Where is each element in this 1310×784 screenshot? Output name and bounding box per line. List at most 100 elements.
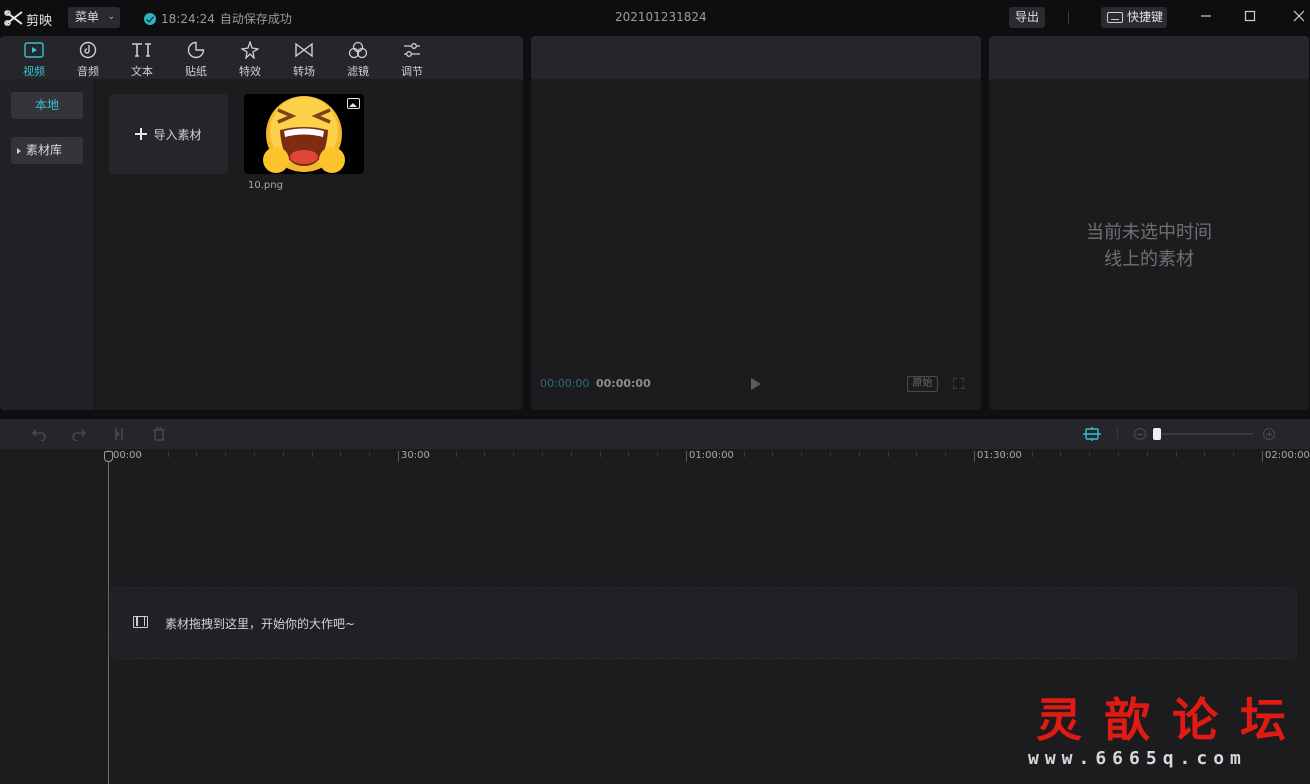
tab-transition[interactable]: 转场	[279, 36, 329, 79]
ruler-minor-tick	[254, 452, 255, 457]
zoom-out-icon[interactable]	[1134, 428, 1146, 440]
media-panel: 视频 音频 文本 贴纸 特效 转场 滤镜 调节 本地 素材库	[0, 36, 523, 410]
laughing-emoji-image	[263, 96, 345, 173]
ruler-label: 01:00:00	[689, 450, 734, 461]
plus-icon	[135, 128, 148, 140]
delete-icon[interactable]	[152, 427, 166, 441]
zoom-slider-handle[interactable]	[1153, 428, 1161, 440]
playhead-handle[interactable]	[104, 451, 113, 462]
tab-filter[interactable]: 滤镜	[333, 36, 383, 79]
import-label: 导入素材	[153, 127, 202, 142]
film-icon	[133, 616, 148, 628]
ruler-minor-tick	[542, 452, 543, 457]
tab-text[interactable]: 文本	[117, 36, 167, 79]
ruler-minor-tick	[196, 452, 197, 457]
drop-hint-text: 素材拖拽到这里，开始你的大作吧~	[165, 617, 356, 631]
timeline-toolbar	[0, 419, 1310, 449]
no-selection-message: 当前未选中时间 线上的素材	[989, 219, 1309, 273]
timeline-ruler[interactable]: 00:00 30:00 01:00:00 01:30:00 02:00:00	[0, 449, 1310, 469]
ruler-minor-tick	[513, 452, 514, 457]
no-selection-line-2: 线上的素材	[1104, 249, 1194, 270]
effects-icon	[225, 40, 275, 60]
snap-magnet-icon[interactable]	[1083, 427, 1101, 441]
save-text: 自动保存成功	[219, 12, 292, 26]
ruler-minor-tick	[1060, 452, 1061, 457]
tab-label: 调节	[401, 65, 423, 78]
filter-icon	[333, 40, 383, 60]
redo-icon[interactable]	[72, 427, 86, 441]
save-time: 18:24:24	[161, 11, 215, 26]
library-tab[interactable]: 素材库	[11, 137, 83, 164]
menu-button[interactable]: 菜单 ⌄	[68, 7, 120, 28]
ruler-minor-tick	[916, 452, 917, 457]
tab-video[interactable]: 视频	[9, 36, 59, 79]
tab-label: 音频	[77, 65, 99, 78]
ruler-label: 00:00	[113, 450, 142, 461]
no-selection-line-1: 当前未选中时间	[1086, 222, 1212, 243]
watermark-title: 灵歆论坛	[1036, 693, 1308, 747]
undo-icon[interactable]	[32, 427, 46, 441]
sticker-icon	[171, 40, 221, 60]
split-icon[interactable]	[112, 427, 126, 441]
shortcut-label: 快捷键	[1127, 10, 1164, 24]
maximize-button[interactable]	[1240, 8, 1260, 28]
minimize-button[interactable]	[1196, 8, 1216, 28]
project-name: 202101231824	[615, 10, 707, 24]
ruler-major-tick	[1262, 451, 1263, 462]
ruler-minor-tick	[1233, 452, 1234, 457]
zoom-in-icon[interactable]	[1263, 428, 1275, 440]
ruler-major-tick	[974, 451, 975, 462]
ruler-minor-tick	[830, 452, 831, 457]
ruler-minor-tick	[340, 452, 341, 457]
ruler-minor-tick	[1032, 452, 1033, 457]
ruler-minor-tick	[744, 452, 745, 457]
current-timecode: 00:00:00	[540, 377, 590, 390]
preview-panel	[531, 36, 981, 410]
media-item-thumbnail[interactable]	[244, 94, 364, 174]
play-icon[interactable]	[751, 378, 761, 390]
close-button[interactable]	[1289, 8, 1309, 28]
adjust-icon	[387, 40, 437, 60]
app-name: 剪映	[26, 14, 53, 29]
check-circle-icon	[144, 12, 156, 25]
export-button[interactable]: 导出	[1009, 7, 1045, 28]
ruler-label: 02:00:00	[1265, 450, 1310, 461]
fullscreen-icon[interactable]	[953, 378, 964, 389]
local-tab[interactable]: 本地	[11, 92, 83, 119]
title-divider	[1068, 11, 1069, 24]
tab-label: 特效	[239, 65, 261, 78]
media-toolbar: 视频 音频 文本 贴纸 特效 转场 滤镜 调节	[0, 36, 523, 79]
preview-header	[531, 36, 981, 79]
ruler-minor-tick	[1176, 452, 1177, 457]
ruler-minor-tick	[600, 452, 601, 457]
text-icon	[117, 40, 167, 60]
ruler-minor-tick	[657, 452, 658, 457]
title-bar: 剪映 菜单 ⌄ 18:24:24 自动保存成功 202101231824 导出 …	[0, 0, 1310, 36]
media-item-name: 10.png	[248, 180, 283, 191]
tab-label: 贴纸	[185, 65, 207, 78]
menu-label: 菜单	[75, 10, 100, 24]
aspect-ratio-button[interactable]: 原始	[907, 376, 938, 392]
keyboard-icon	[1107, 12, 1123, 23]
ruler-minor-tick	[1147, 452, 1148, 457]
ruler-minor-tick	[628, 452, 629, 457]
ruler-minor-tick	[139, 452, 140, 457]
ruler-minor-tick	[1118, 452, 1119, 457]
maximize-icon	[1244, 10, 1256, 22]
tab-adjust[interactable]: 调节	[387, 36, 437, 79]
ruler-minor-tick	[1003, 452, 1004, 457]
import-media-button[interactable]: 导入素材	[109, 94, 228, 174]
ruler-minor-tick	[888, 452, 889, 457]
properties-header	[989, 36, 1309, 79]
video-icon	[9, 40, 59, 60]
tab-effects[interactable]: 特效	[225, 36, 275, 79]
zoom-slider-track[interactable]	[1158, 433, 1253, 435]
ruler-minor-tick	[1089, 452, 1090, 457]
minimize-icon	[1201, 15, 1211, 17]
tab-sticker[interactable]: 贴纸	[171, 36, 221, 79]
tab-audio[interactable]: 音频	[63, 36, 113, 79]
ruler-minor-tick	[571, 452, 572, 457]
shortcut-button[interactable]: 快捷键	[1101, 7, 1167, 28]
tab-label: 文本	[131, 65, 153, 78]
playhead-line[interactable]	[108, 450, 109, 784]
